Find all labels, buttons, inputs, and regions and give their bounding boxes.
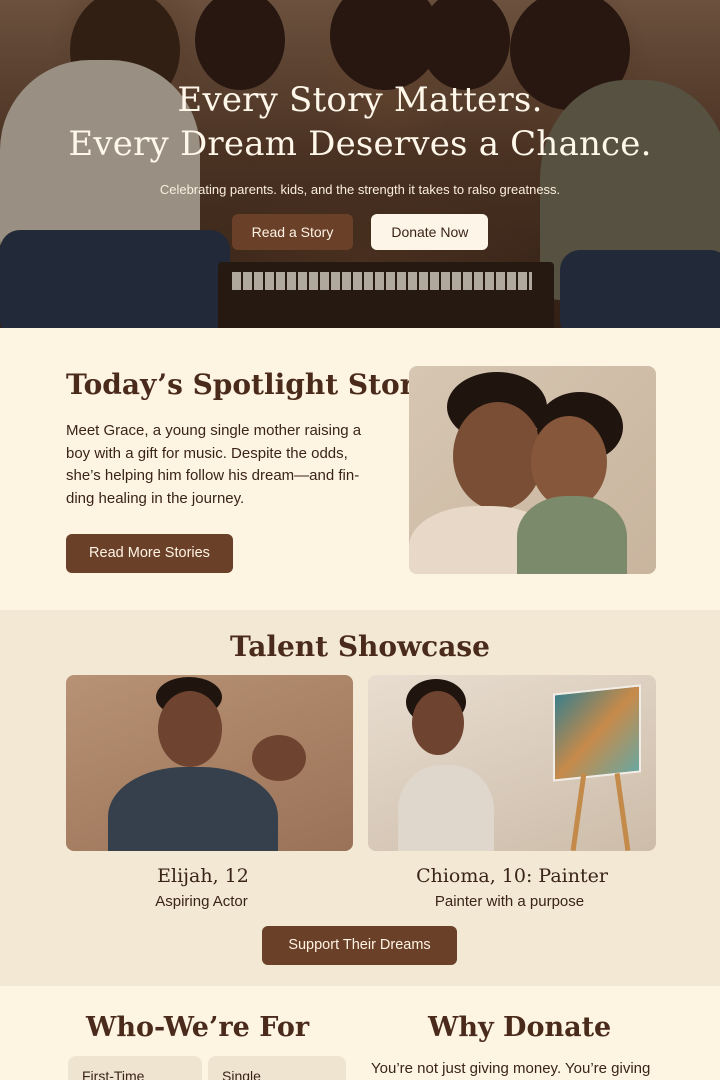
talent-showcase-section: Talent Showcase Elijah, 12 Aspiring Acto… <box>0 610 720 986</box>
spotlight-photo <box>409 366 656 574</box>
spotlight-text: Meet Grace, a young single mother raisin… <box>66 422 362 507</box>
support-their-dreams-button[interactable]: Support Their Dreams <box>262 926 457 965</box>
talent-title: Talent Showcase <box>230 630 490 663</box>
card-description: Aspiring Actor <box>155 893 248 910</box>
read-story-button[interactable]: Read a Story <box>231 214 354 250</box>
hero-section: Every Story Matters. Every Dream Deserve… <box>0 0 720 328</box>
card-name: Elijah, 12 <box>157 865 249 887</box>
hero-subtitle: Celebrating parents. kids, and the stren… <box>159 182 561 197</box>
hero-title-line-2: Every Dream Deserves a Chance. <box>68 124 652 164</box>
who-title: Who-We’re For <box>86 1012 310 1043</box>
elijah-photo <box>66 675 353 851</box>
audience-pill-single[interactable]: Single <box>208 1056 346 1080</box>
spotlight-section: Today’s Spotlight Story Meet Grace, a yo… <box>0 328 720 610</box>
donate-now-button[interactable]: Donate Now <box>371 214 489 250</box>
card-name: Chioma, 10: Painter <box>416 865 608 887</box>
read-more-stories-button[interactable]: Read More Stories <box>66 534 233 573</box>
who-why-section: Who-We’re For Why Donate First-Time Sing… <box>0 986 720 1080</box>
hero-title: Every Story Matters. Every Dream Deserve… <box>0 78 720 166</box>
chioma-photo <box>368 675 656 851</box>
why-title: Why Donate <box>428 1012 612 1043</box>
audience-pill-first-time[interactable]: First-Time <box>68 1056 202 1080</box>
spotlight-title: Today’s Spotlight Story <box>66 368 431 401</box>
why-text: You’re not just giving money. You’re giv… <box>371 1060 651 1077</box>
hero-title-line-1: Every Story Matters. <box>177 80 543 120</box>
card-description: Painter with a purpose <box>434 893 585 910</box>
